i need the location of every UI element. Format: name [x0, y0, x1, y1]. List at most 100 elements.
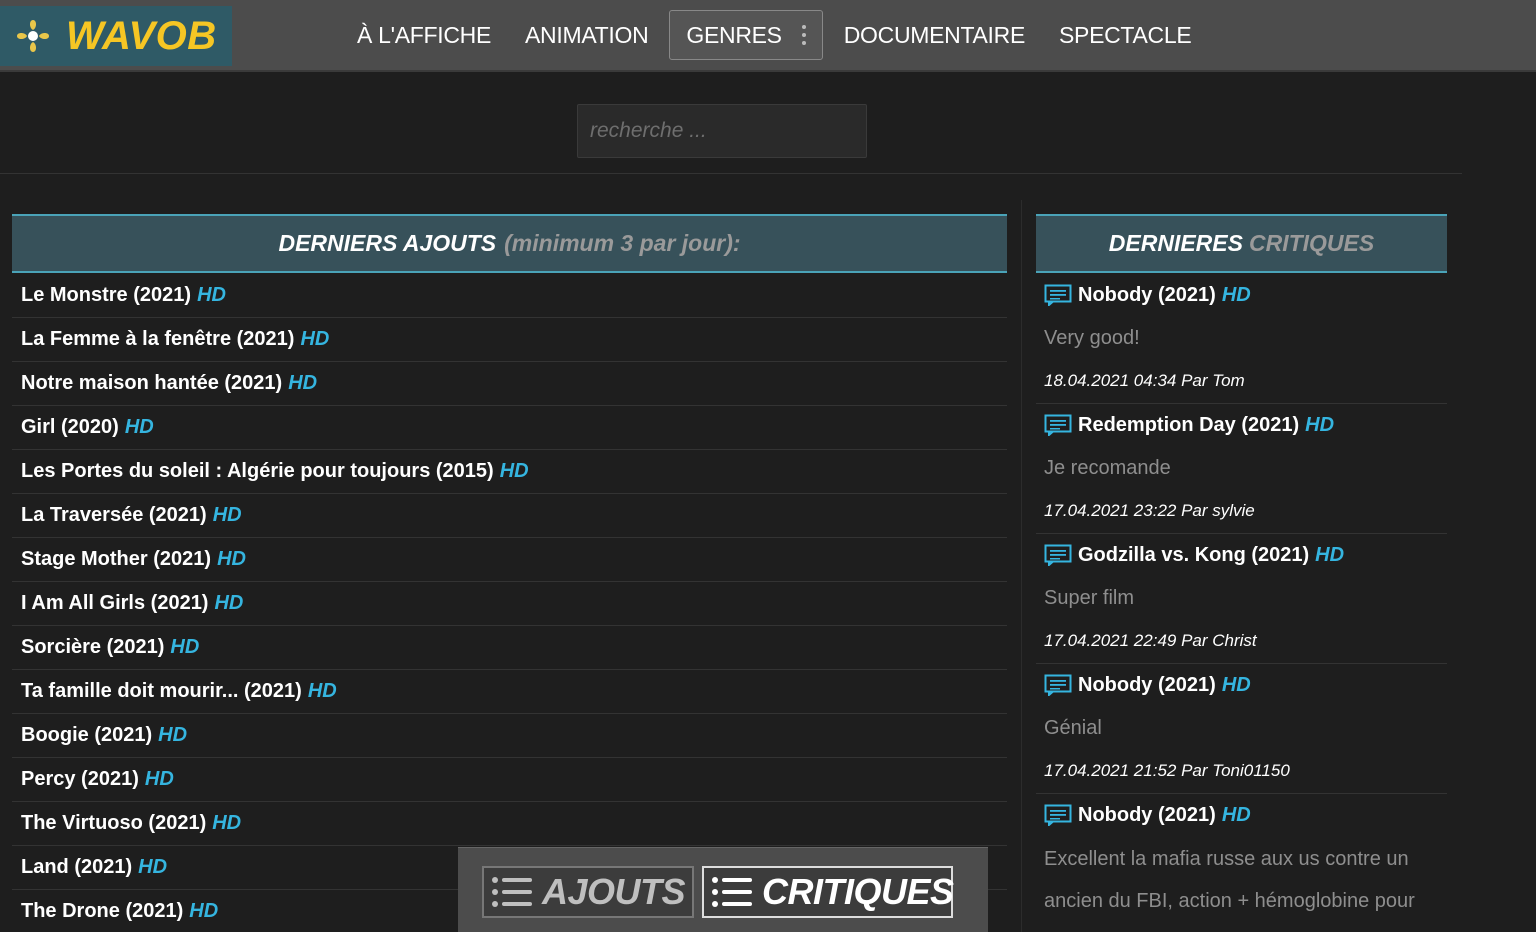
- column-divider: [1021, 200, 1022, 932]
- ajout-row[interactable]: Girl (2020) HD: [12, 406, 1007, 450]
- search-band: [0, 72, 1462, 174]
- ajout-row[interactable]: Boogie (2021) HD: [12, 714, 1007, 758]
- critique-meta: 17.04.2021 22:49 Par Christ: [1044, 631, 1257, 650]
- search-input[interactable]: [577, 104, 867, 158]
- critique-text: Super film: [1044, 586, 1135, 609]
- hd-badge: HD: [138, 856, 168, 878]
- critique-meta: 17.04.2021 21:52 Par Toni01150: [1044, 761, 1290, 780]
- hd-badge: HD: [1315, 543, 1345, 566]
- nav-spectacle[interactable]: SPECTACLE: [1042, 22, 1208, 49]
- kebab-menu-icon: [801, 25, 806, 45]
- main-nav: À L'AFFICHE ANIMATION GENRES DOCUMENTAIR…: [340, 0, 1208, 70]
- critique-title: Nobody (2021): [1078, 803, 1216, 826]
- nav-documentaire[interactable]: DOCUMENTAIRE: [827, 22, 1042, 49]
- ajout-title: I Am All Girls (2021): [21, 592, 209, 614]
- critiques-tab-button[interactable]: CRITIQUES: [702, 866, 954, 918]
- list-icon: [710, 872, 756, 912]
- hd-badge: HD: [499, 460, 529, 482]
- critique-item: Godzilla vs. Kong (2021) HD Super film 17.0…: [1036, 534, 1447, 664]
- critique-title-link[interactable]: Nobody (2021) HD: [1044, 794, 1447, 836]
- ajout-row[interactable]: Le Monstre (2021) HD: [12, 274, 1007, 318]
- critique-text: Excellent la mafia russe aux us contre u…: [1044, 848, 1415, 912]
- ajouts-heading-main: DERNIERS AJOUTS: [278, 230, 497, 256]
- hd-badge: HD: [1305, 413, 1335, 436]
- critiques-heading-sub: CRITIQUES: [1248, 230, 1375, 256]
- critique-meta: 18.04.2021 04:34 Par Tom: [1044, 371, 1245, 390]
- critique-item: Nobody (2021) HD Excellent la mafia russe …: [1036, 794, 1447, 922]
- critique-title: Nobody (2021): [1078, 283, 1216, 306]
- comment-icon: [1044, 674, 1072, 696]
- ajout-row[interactable]: The Virtuoso (2021) HD: [12, 802, 1007, 846]
- hd-badge: HD: [170, 636, 200, 658]
- comment-icon: [1044, 414, 1072, 436]
- site-logo[interactable]: WAVOB: [0, 6, 232, 66]
- ajouts-list: Le Monstre (2021) HD La Femme à la fenêtre…: [12, 274, 1007, 932]
- hd-badge: HD: [288, 372, 318, 394]
- ajout-title: Boogie (2021): [21, 724, 153, 746]
- comment-icon: [1044, 284, 1072, 306]
- ajout-row[interactable]: Les Portes du soleil : Algérie pour touj…: [12, 450, 1007, 494]
- hd-badge: HD: [307, 680, 337, 702]
- hd-badge: HD: [158, 724, 188, 746]
- ajout-row[interactable]: Ta famille doit mourir... (2021) HD: [12, 670, 1007, 714]
- critique-item: Redemption Day (2021) HD Je recomande 17.04…: [1036, 404, 1447, 534]
- ajouts-heading-sub: (minimum 3 par jour):: [504, 230, 741, 256]
- ajout-row[interactable]: La Femme à la fenêtre (2021) HD: [12, 318, 1007, 362]
- hd-badge: HD: [214, 592, 244, 614]
- critique-item: Nobody (2021) HD Very good! 18.04.2021 04:3…: [1036, 274, 1447, 404]
- nav-genres-dropdown[interactable]: GENRES: [669, 10, 823, 60]
- critique-item: Nobody (2021) HD Génial 17.04.2021 21:52 Pa…: [1036, 664, 1447, 794]
- critique-title-link[interactable]: Nobody (2021) HD: [1044, 274, 1447, 316]
- critiques-list: Nobody (2021) HD Very good! 18.04.2021 04:3…: [1036, 274, 1447, 922]
- nav-genres-label: GENRES: [686, 21, 782, 48]
- critique-title-link[interactable]: Godzilla vs. Kong (2021) HD: [1044, 534, 1447, 576]
- ajout-row[interactable]: Stage Mother (2021) HD: [12, 538, 1007, 582]
- critique-title: Redemption Day (2021): [1078, 413, 1300, 436]
- comment-icon: [1044, 544, 1072, 566]
- ajout-row[interactable]: I Am All Girls (2021) HD: [12, 582, 1007, 626]
- hd-badge: HD: [1221, 673, 1251, 696]
- ajout-title: Girl (2020): [21, 416, 119, 438]
- hd-badge: HD: [197, 284, 226, 306]
- hd-badge: HD: [212, 504, 242, 526]
- top-header: WAVOB À L'AFFICHE ANIMATION GENRES DOCUM…: [0, 0, 1536, 72]
- nav-animation[interactable]: ANIMATION: [508, 22, 665, 49]
- nav-affiche[interactable]: À L'AFFICHE: [340, 22, 508, 49]
- hd-badge: HD: [124, 416, 154, 438]
- ajout-row[interactable]: Percy (2021) HD: [12, 758, 1007, 802]
- ajouts-heading: DERNIERS AJOUTS (minimum 3 par jour):: [12, 214, 1007, 273]
- critique-title: Nobody (2021): [1078, 673, 1216, 696]
- ajout-row[interactable]: La Traversée (2021) HD: [12, 494, 1007, 538]
- ajouts-tab-button[interactable]: AJOUTS: [482, 866, 694, 918]
- hd-badge: HD: [300, 328, 330, 350]
- logo-icon: [12, 15, 54, 57]
- list-icon: [490, 872, 536, 912]
- critique-title: Godzilla vs. Kong (2021): [1078, 543, 1310, 566]
- critique-meta: 17.04.2021 23:22 Par sylvie: [1044, 501, 1255, 520]
- critique-text: Je recomande: [1044, 456, 1171, 479]
- floating-tab-bar: AJOUTS CRITIQUES: [458, 847, 988, 932]
- ajout-title: Le Monstre (2021): [21, 284, 192, 306]
- ajout-title: Land (2021): [21, 856, 133, 878]
- critiques-heading: DERNIERES CRITIQUES: [1036, 214, 1447, 273]
- ajouts-tab-label: AJOUTS: [542, 871, 686, 912]
- critique-text: Very good!: [1044, 326, 1140, 349]
- ajout-title: Ta famille doit mourir... (2021): [21, 680, 302, 702]
- ajout-title: Les Portes du soleil : Algérie pour touj…: [21, 460, 494, 482]
- hd-badge: HD: [217, 548, 246, 570]
- critiques-heading-main: DERNIERES: [1108, 230, 1243, 256]
- comment-icon: [1044, 804, 1072, 826]
- ajout-title: La Femme à la fenêtre (2021): [21, 328, 295, 350]
- ajout-title: The Virtuoso (2021): [21, 812, 207, 834]
- ajout-row[interactable]: Notre maison hantée (2021) HD: [12, 362, 1007, 406]
- critique-title-link[interactable]: Redemption Day (2021) HD: [1044, 404, 1447, 446]
- critique-text: Génial: [1044, 716, 1102, 739]
- ajout-title: La Traversée (2021): [21, 504, 207, 526]
- ajout-title: Notre maison hantée (2021): [21, 372, 283, 394]
- hd-badge: HD: [189, 900, 219, 922]
- ajout-title: Stage Mother (2021): [21, 548, 212, 570]
- critiques-tab-label: CRITIQUES: [762, 871, 954, 912]
- critique-title-link[interactable]: Nobody (2021) HD: [1044, 664, 1447, 706]
- ajout-title: The Drone (2021): [21, 900, 184, 922]
- ajout-row[interactable]: Sorcière (2021) HD: [12, 626, 1007, 670]
